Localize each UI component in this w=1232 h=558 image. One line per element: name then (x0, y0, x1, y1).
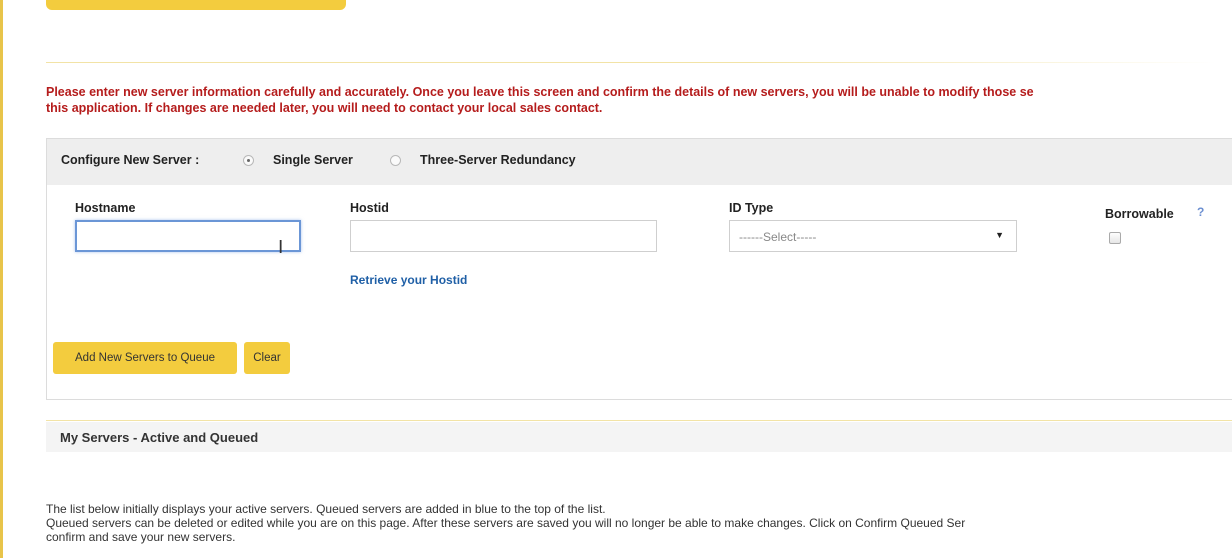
description-line-3: confirm and save your new servers. (46, 530, 236, 544)
my-servers-header: My Servers - Active and Queued (46, 422, 1232, 452)
id-type-selected-value: ------Select----- (739, 230, 817, 244)
retrieve-hostid-link[interactable]: Retrieve your Hostid (350, 273, 467, 287)
hostid-label: Hostid (350, 201, 389, 215)
description-line-2: Queued servers can be deleted or edited … (46, 516, 966, 530)
hostname-input[interactable] (75, 220, 301, 252)
warning-message: Please enter new server information care… (46, 84, 1232, 116)
warning-line-2: this application. If changes are needed … (46, 101, 603, 115)
help-icon[interactable]: ? (1197, 205, 1204, 219)
clear-button[interactable]: Clear (244, 342, 290, 374)
my-servers-description: The list below initially displays your a… (46, 502, 1232, 544)
three-server-redundancy-label[interactable]: Three-Server Redundancy (420, 153, 576, 167)
single-server-label[interactable]: Single Server (273, 153, 353, 167)
left-accent-rule (0, 0, 3, 558)
top-tab-decoration (46, 0, 346, 10)
top-divider (46, 62, 1216, 63)
hostname-label: Hostname (75, 201, 136, 215)
configure-server-panel: Configure New Server : Single Server Thr… (46, 138, 1232, 400)
description-line-1: The list below initially displays your a… (46, 502, 606, 516)
my-servers-title: My Servers - Active and Queued (60, 430, 259, 445)
text-cursor-icon: Ⅰ (278, 237, 284, 258)
id-type-label: ID Type (729, 201, 774, 215)
three-server-redundancy-radio[interactable] (390, 155, 401, 166)
id-type-select[interactable]: ------Select----- ▼ (729, 220, 1017, 252)
borrowable-label: Borrowable (1105, 207, 1174, 221)
dropdown-arrow-icon: ▼ (995, 230, 1004, 240)
single-server-radio[interactable] (243, 155, 254, 166)
hostid-input[interactable] (350, 220, 657, 252)
add-new-servers-to-queue-button[interactable]: Add New Servers to Queue (53, 342, 237, 374)
configure-server-header: Configure New Server : Single Server Thr… (47, 139, 1232, 185)
configure-server-label: Configure New Server : (61, 153, 200, 167)
warning-line-1: Please enter new server information care… (46, 85, 1034, 99)
section-divider (46, 420, 1232, 421)
borrowable-checkbox[interactable] (1109, 232, 1121, 244)
